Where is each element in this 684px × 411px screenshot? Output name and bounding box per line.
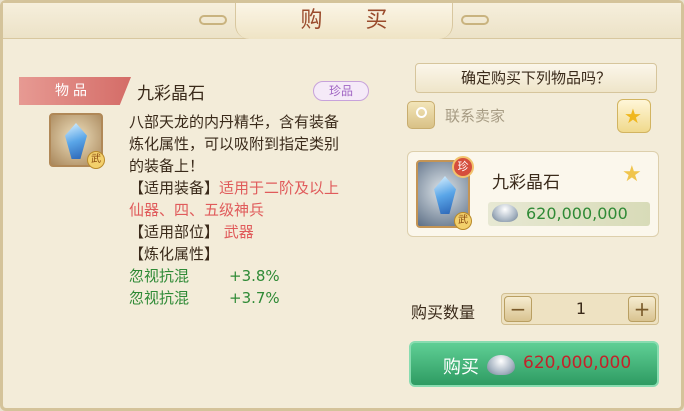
equip-type-value-cont: 仙器、四、五级神兵 xyxy=(129,201,265,219)
description-line: 八部天龙的内丹精华，含有装备 xyxy=(129,113,340,131)
stat-value: +3.8% xyxy=(229,267,280,285)
silver-ingot-icon xyxy=(487,355,515,375)
dialog-title: 购 买 xyxy=(235,3,453,39)
stat-name: 忽视抗混 xyxy=(129,289,190,307)
item-card: 珍 武 九彩晶石 ★ 620,000,000 xyxy=(407,151,659,237)
contact-seller-label: 联系卖家 xyxy=(445,107,506,125)
quantity-label: 购买数量 xyxy=(411,303,476,322)
star-icon: ★ xyxy=(624,104,642,128)
confirm-message: 确定购买下列物品吗？ xyxy=(415,63,657,93)
silver-ingot-icon xyxy=(492,204,518,222)
weapon-type-badge: 武 xyxy=(87,151,105,169)
title-ornament-right xyxy=(461,15,489,25)
star-icon: ★ xyxy=(622,162,642,187)
unit-price: 620,000,000 xyxy=(526,204,628,223)
quantity-input[interactable]: 1 xyxy=(534,294,628,324)
item-detail-panel: 物品 九彩晶石 珍品 武 八部天龙的内丹精华，含有装备 炼化属性，可以吸附到指定… xyxy=(15,69,395,409)
title-ornament-left xyxy=(199,15,227,25)
stat-row: 忽视抗混 +3.8% xyxy=(129,265,389,287)
description-line: 炼化属性，可以吸附到指定类别 xyxy=(129,135,340,153)
slot-value: 武器 xyxy=(223,223,254,241)
treasure-badge: 珍 xyxy=(452,156,474,178)
refine-label: 【炼化属性】 xyxy=(129,245,220,263)
crystal-icon xyxy=(434,176,456,214)
price-bar: 620,000,000 xyxy=(488,202,650,226)
stat-value: +3.7% xyxy=(229,289,280,307)
title-bar: 购 买 xyxy=(3,3,681,39)
decrease-button[interactable]: − xyxy=(504,296,532,322)
increase-button[interactable]: + xyxy=(628,296,656,322)
slot-label: 【适用部位】 xyxy=(129,223,220,241)
card-item-name: 九彩晶石 xyxy=(492,173,560,193)
stat-row: 忽视抗混 +3.7% xyxy=(129,287,389,309)
card-item-icon[interactable]: 珍 武 xyxy=(416,156,474,230)
buy-button[interactable]: 购买 620,000,000 xyxy=(409,341,659,387)
quantity-stepper: − 1 + xyxy=(501,293,659,325)
purchase-panel: 确定购买下列物品吗？ 联系卖家 ★ 珍 武 九彩晶石 ★ 620,000,000… xyxy=(401,59,671,399)
stat-name: 忽视抗混 xyxy=(129,267,190,285)
equip-type-value: 适用于二阶及以上 xyxy=(219,179,340,197)
item-icon[interactable]: 武 xyxy=(49,113,105,169)
item-description: 八部天龙的内丹精华，含有装备 炼化属性，可以吸附到指定类别 的装备上！ 【适用装… xyxy=(129,111,389,309)
rarity-badge: 珍品 xyxy=(313,81,369,101)
crystal-icon xyxy=(65,123,87,159)
favorite-button[interactable]: ★ xyxy=(617,99,651,133)
equip-type-label: 【适用装备】 xyxy=(129,179,220,197)
weapon-type-badge: 武 xyxy=(454,212,472,230)
slot-row: 【适用部位】 武器 xyxy=(129,221,389,243)
description-line: 的装备上！ xyxy=(129,157,205,175)
purchase-dialog: 购 买 物品 九彩晶石 珍品 武 八部天龙的内丹精华，含有装备 炼化属性，可以吸… xyxy=(0,0,684,411)
category-tab: 物品 xyxy=(19,77,131,105)
contact-icon xyxy=(407,101,435,129)
item-name: 九彩晶石 xyxy=(137,84,205,104)
buy-label: 购买 xyxy=(443,357,479,378)
equip-type-row: 【适用装备】适用于二阶及以上 xyxy=(129,177,389,199)
total-price: 620,000,000 xyxy=(523,353,632,373)
